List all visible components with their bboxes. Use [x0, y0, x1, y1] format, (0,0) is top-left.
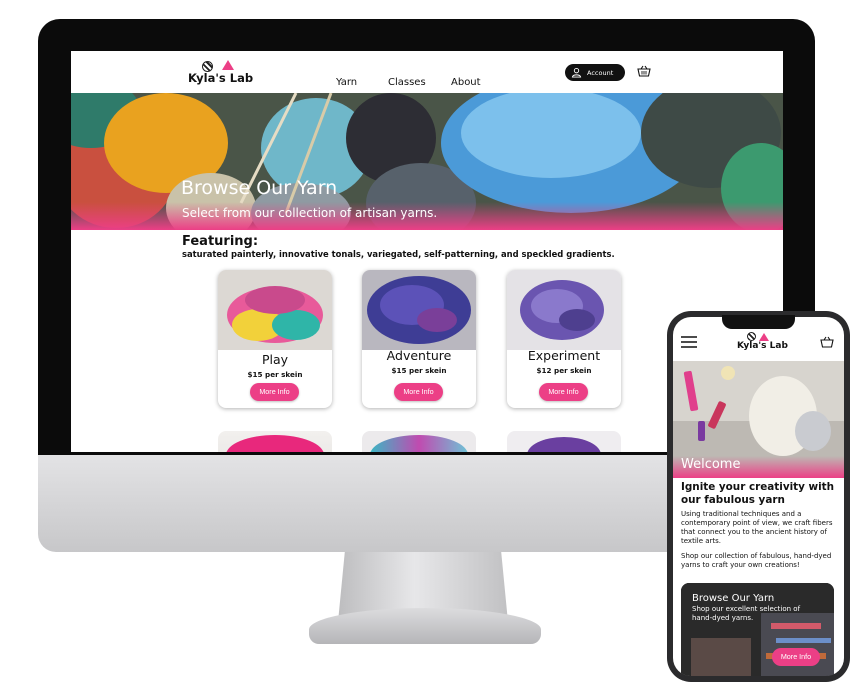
- mobile-heading: Ignite your creativity with our fabulous…: [681, 481, 835, 506]
- mobile-browse-card[interactable]: Browse Our Yarn Shop our excellent selec…: [681, 583, 834, 676]
- logo-triangle-icon: [222, 60, 234, 70]
- phone-notch: [722, 315, 795, 329]
- mobile-card-title: Browse Our Yarn: [692, 593, 775, 604]
- product-card-experiment[interactable]: Experiment $12 per skein More Info: [507, 270, 621, 408]
- product-price: $12 per skein: [536, 366, 592, 375]
- product-card-play[interactable]: Play $15 per skein More Info: [218, 270, 332, 408]
- hero-subtitle: Select from our collection of artisan ya…: [182, 206, 438, 220]
- site-logo[interactable]: Kyla's Lab: [188, 57, 254, 91]
- product-image-adventure: [362, 270, 476, 350]
- product-name: Adventure: [386, 348, 452, 363]
- hero-title: Browse Our Yarn: [181, 177, 338, 199]
- nav-item-yarn[interactable]: Yarn: [336, 77, 357, 88]
- mobile-paragraph-2: Shop our collection of fabulous, hand-dy…: [681, 552, 832, 569]
- account-icon: [571, 68, 582, 78]
- product-price: $15 per skein: [391, 366, 447, 375]
- product-image-partial: [527, 437, 601, 452]
- product-image-partial: [370, 435, 468, 452]
- more-info-button[interactable]: More Info: [250, 383, 299, 401]
- mobile-paragraph-1: Using traditional techniques and a conte…: [681, 510, 833, 545]
- mobile-card-subtitle: Shop our excellent selection of hand-dye…: [692, 605, 801, 622]
- product-price: $15 per skein: [247, 370, 303, 379]
- phone-screen: Kyla's Lab Welcome Ignite your creativit…: [673, 317, 844, 676]
- menu-icon[interactable]: [681, 336, 697, 348]
- product-image-play: [218, 270, 332, 350]
- account-label: Account: [587, 68, 614, 77]
- product-card-partial[interactable]: [507, 431, 621, 452]
- cart-icon[interactable]: [820, 336, 834, 348]
- nav-item-classes[interactable]: Classes: [388, 77, 426, 88]
- product-card-partial[interactable]: [362, 431, 476, 452]
- product-card-adventure[interactable]: Adventure $15 per skein More Info: [362, 270, 476, 408]
- mobile-logo[interactable]: Kyla's Lab: [737, 331, 788, 357]
- more-info-button[interactable]: More Info: [772, 648, 820, 666]
- product-name: Play: [261, 352, 289, 367]
- product-image-partial: [226, 435, 324, 452]
- featuring-heading: Featuring:: [182, 234, 259, 249]
- cart-icon[interactable]: [637, 65, 651, 77]
- nav-item-about[interactable]: About: [451, 77, 481, 88]
- logo-triangle-icon: [759, 333, 769, 341]
- mobile-welcome-title: Welcome: [681, 457, 741, 472]
- logo-text: Kyla's Lab: [737, 341, 788, 351]
- more-info-button[interactable]: More Info: [394, 383, 443, 401]
- product-card-partial[interactable]: [218, 431, 332, 452]
- more-info-button[interactable]: More Info: [539, 383, 588, 401]
- featuring-text: saturated painterly, innovative tonals, …: [182, 249, 615, 259]
- account-button[interactable]: Account: [565, 64, 625, 81]
- product-name: Experiment: [527, 348, 601, 363]
- hero-banner: Browse Our Yarn Select from our collecti…: [71, 93, 783, 230]
- logo-text: Kyla's Lab: [188, 71, 254, 85]
- product-image-experiment: [507, 270, 621, 350]
- monitor-stand-base: [309, 608, 541, 644]
- logo-yarn-icon: [747, 332, 756, 341]
